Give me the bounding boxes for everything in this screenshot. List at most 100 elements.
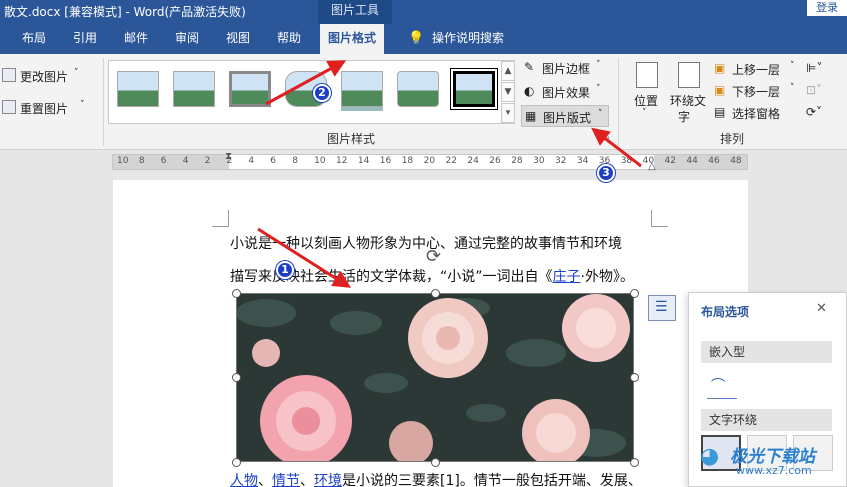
position-button[interactable]: 位置 ˅ <box>632 62 662 122</box>
login-button[interactable]: 登录 <box>807 0 847 16</box>
ruler-tick-label: 4 <box>248 156 255 166</box>
tab-view[interactable]: 视图 <box>226 24 250 54</box>
resize-handle-bottom-left[interactable] <box>232 458 241 467</box>
rotate-handle-icon[interactable]: ⟳ <box>426 246 441 267</box>
resize-handle-top-left[interactable] <box>232 289 241 298</box>
lightbulb-icon: 💡 <box>408 31 425 46</box>
chevron-down-icon: ˅ <box>596 60 601 70</box>
wrap-text-button[interactable]: 环绕文 字 <box>668 62 710 126</box>
ruler-tick-label: 44 <box>686 156 698 166</box>
ribbon-tab-bar: 布局 引用 邮件 审阅 视图 帮助 图片格式 💡 操作说明搜索 <box>0 24 847 54</box>
gallery-more-button[interactable]: ▾ <box>501 103 515 123</box>
tab-picture-format[interactable]: 图片格式 <box>320 24 385 54</box>
horizontal-ruler[interactable]: 10 8 6 4 2 2 4 6 8 10 12 14 16 18 20 22 24 26 28 30 32 34 36 38… <box>112 151 748 172</box>
inline-section-header: 嵌入型 <box>701 341 832 363</box>
tab-layout[interactable]: 布局 <box>22 24 46 54</box>
site-watermark: ◕ 极光下载站 www.xz7.com <box>700 440 840 484</box>
ruler-tick-label: 26 <box>489 156 501 166</box>
resize-handle-right[interactable] <box>630 373 639 382</box>
inline-with-text-option[interactable]: ⌒ <box>707 373 737 399</box>
picture-style-2[interactable] <box>173 71 215 107</box>
hyperlink-zhuangzi[interactable]: 庄子 <box>553 269 581 285</box>
ruler-tick-label: 28 <box>511 156 523 166</box>
wrap-text-label: 环绕文 <box>670 94 707 108</box>
right-indent-marker-icon[interactable]: △ <box>648 161 656 172</box>
selection-pane-label: 选择窗格 <box>732 107 781 121</box>
tab-mailings[interactable]: 邮件 <box>124 24 148 54</box>
wrap-text-label-2: 字 <box>678 110 691 124</box>
ruler-tick-label: 48 <box>730 156 742 166</box>
ruler-tick-label: 20 <box>423 156 436 166</box>
resize-handle-top[interactable] <box>431 289 440 298</box>
step-badge-2: 2 <box>313 84 331 102</box>
resize-handle-top-right[interactable] <box>630 289 639 298</box>
tab-references[interactable]: 引用 <box>73 24 97 54</box>
layout-icon: ▦ <box>525 109 537 123</box>
watermark-url: www.xz7.com <box>736 464 812 477</box>
rotate-icon[interactable]: ⟳˅ <box>806 105 822 119</box>
margin-corner-marker <box>651 210 668 227</box>
separator: 、 <box>300 473 314 487</box>
layout-options-button[interactable]: ☰ <box>648 295 676 321</box>
gallery-down-button[interactable]: ▼ <box>501 82 515 102</box>
window-title: 散文.docx [兼容模式] - Word(产品激活失败) <box>4 5 246 19</box>
title-bar: 散文.docx [兼容模式] - Word(产品激活失败) 图片工具 登录 <box>0 0 847 24</box>
tab-help[interactable]: 帮助 <box>277 24 301 54</box>
chevron-down-icon: ˅ <box>790 83 795 93</box>
ruler-tick-label: 22 <box>445 156 457 166</box>
hyperlink-plot[interactable]: 情节 <box>272 473 300 487</box>
picture-style-3[interactable] <box>229 71 271 107</box>
paragraph-line-2-end: ·外物》。 <box>580 269 634 285</box>
align-icon[interactable]: ⊫˅ <box>806 61 822 75</box>
dialog-launcher-icon[interactable]: ⌟ <box>605 132 609 142</box>
ruler-tick-label: 16 <box>379 156 392 166</box>
ribbon: 更改图片 ˅ 重置图片 ˅ ▲ ▼ ▾ ✎ 图片边框 ˅ ◐ 图片效果 ˅ ▦ … <box>0 54 847 150</box>
picture-effects-label: 图片效果 <box>542 86 591 100</box>
step-badge-3: 3 <box>597 164 615 182</box>
close-icon[interactable]: ✕ <box>816 301 827 316</box>
ruler-tick-label: 6 <box>160 156 167 166</box>
tab-review[interactable]: 审阅 <box>175 24 199 54</box>
chevron-down-icon: ˅ <box>642 108 647 118</box>
hyperlink-characters[interactable]: 人物 <box>230 473 258 487</box>
step-badge-1: 1 <box>276 261 294 279</box>
position-label: 位置 <box>634 94 659 108</box>
ruler-tick-label: 24 <box>467 156 479 166</box>
arrange-group-label: 排列 <box>720 132 745 146</box>
ruler-tick-label: 18 <box>401 156 414 166</box>
tell-me-search[interactable]: 操作说明搜索 <box>432 24 504 54</box>
layout-options-icon: ☰ <box>655 299 668 315</box>
group-divider <box>618 58 619 146</box>
ruler-tick-label: 30 <box>533 156 545 166</box>
ruler-tick-label: 4 <box>182 156 189 166</box>
group-divider <box>103 58 104 146</box>
ruler-tick-label: 38 <box>620 156 633 166</box>
chevron-down-icon: ˅ <box>80 100 85 110</box>
ruler-tick-label: 8 <box>138 156 145 166</box>
resize-handle-bottom-right[interactable] <box>630 458 639 467</box>
picture-styles-group-label: 图片样式 <box>327 132 376 146</box>
group-objects-icon[interactable]: ⊡˅ <box>806 83 822 97</box>
ruler-tick-label: 46 <box>708 156 720 166</box>
picture-style-1[interactable] <box>117 71 159 107</box>
ruler-tick-label: 10 <box>117 156 129 166</box>
change-picture-icon <box>2 68 16 82</box>
picture-style-7[interactable] <box>450 68 498 110</box>
hyperlink-environment[interactable]: 环境 <box>314 473 342 487</box>
indent-marker-icon[interactable]: ⧗ <box>225 151 232 162</box>
selected-picture-roses[interactable] <box>236 293 634 462</box>
chevron-down-icon: ˅ <box>790 61 795 71</box>
picture-style-6[interactable] <box>397 71 439 107</box>
ruler-tick-label: 12 <box>336 156 348 166</box>
resize-handle-left[interactable] <box>232 373 241 382</box>
text-wrapping-section-header: 文字环绕 <box>701 409 832 431</box>
picture-layout-button[interactable]: ▦ 图片版式 ˅ <box>521 105 609 127</box>
bring-forward-icon: ▣ <box>714 61 726 75</box>
picture-style-5[interactable] <box>341 71 383 107</box>
paragraph-line-3: 人物、情节、环境是小说的三要素[1]。情节一般包括开端、发展、 <box>230 470 642 487</box>
ruler-tick-label: 2 <box>204 156 211 166</box>
selection-pane-icon: ▤ <box>714 105 726 119</box>
resize-handle-bottom[interactable] <box>431 458 440 467</box>
gallery-up-button[interactable]: ▲ <box>501 61 515 81</box>
chevron-down-icon: ˅ <box>596 84 601 94</box>
